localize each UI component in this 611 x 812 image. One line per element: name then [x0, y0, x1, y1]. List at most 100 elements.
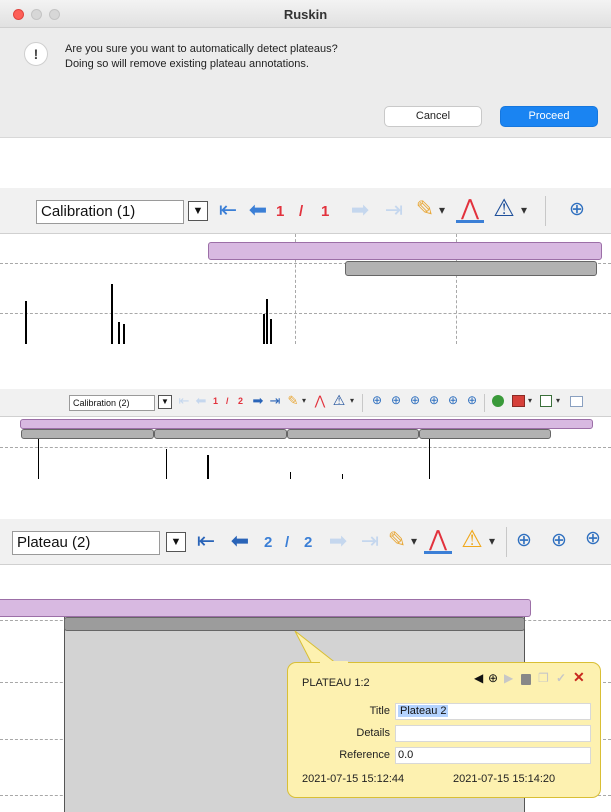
window-title: Ruskin: [283, 7, 328, 22]
toolbar-divider: [484, 394, 485, 412]
prev-page-icon[interactable]: ⬅: [193, 393, 209, 409]
zoom-icon[interactable]: ⊕: [566, 198, 588, 221]
plateau-annotation-popup: PLATEAU 1:2 ◀ ⊕ ▶ ❐ ✓ ✕ Title Plateau 2 …: [287, 661, 601, 798]
details-field[interactable]: [395, 725, 591, 742]
window-icon[interactable]: [570, 396, 583, 407]
last-page-icon[interactable]: ⇥: [380, 197, 408, 223]
calibration-annotation-bar[interactable]: [154, 429, 287, 439]
zoom-out-icon[interactable]: ⊕: [548, 529, 570, 552]
first-page-icon[interactable]: ⇤: [214, 197, 242, 223]
plot-area-1: [0, 234, 611, 344]
calibration-annotation-bar[interactable]: [345, 261, 597, 276]
table-menu-caret-icon[interactable]: ▾: [526, 396, 534, 405]
combo-dropdown-button[interactable]: ▼: [166, 532, 186, 552]
page-separator: /: [285, 534, 290, 551]
peak-icon[interactable]: ⋀: [312, 393, 328, 409]
warning-menu-caret-icon[interactable]: ▾: [518, 203, 530, 217]
zoom-reset-icon[interactable]: ⊕: [465, 393, 479, 407]
cancel-button[interactable]: Cancel: [384, 106, 482, 127]
pen-icon[interactable]: ✎: [414, 196, 436, 222]
warning-menu-caret-icon[interactable]: ▾: [486, 534, 498, 548]
plateau-2-annotation-bar[interactable]: [64, 617, 525, 631]
title-value: Plateau 2: [398, 705, 449, 717]
first-page-icon[interactable]: ⇤: [192, 528, 220, 554]
warning-icon[interactable]: ⚠: [490, 194, 518, 223]
warning-icon[interactable]: ⚠: [458, 525, 486, 554]
zoom-y-out-icon[interactable]: ⊕: [427, 393, 441, 407]
toolbar-divider: [545, 196, 546, 226]
plateau-annotation-bar[interactable]: [0, 599, 531, 617]
peak-icon[interactable]: ⋀: [424, 526, 452, 554]
alert-icon: !: [24, 42, 48, 66]
combo-dropdown-button[interactable]: ▼: [158, 395, 172, 409]
data-spike: [25, 301, 27, 344]
calibration-annotation-bar[interactable]: [419, 429, 551, 439]
last-page-icon[interactable]: ⇥: [267, 393, 283, 409]
next-page-icon[interactable]: ➡: [250, 393, 266, 409]
title-field[interactable]: Plateau 2: [395, 703, 591, 720]
prev-page-icon[interactable]: ⬅: [226, 528, 254, 554]
zoom-in-icon[interactable]: ⊕: [513, 529, 535, 552]
pointer-joint: [320, 661, 348, 665]
data-spike: [290, 472, 291, 479]
page-current: 1: [213, 396, 219, 406]
popup-heading: PLATEAU 1:2: [302, 677, 370, 689]
pen-menu-caret-icon[interactable]: ▾: [436, 203, 448, 217]
annotation-combo[interactable]: Plateau (2): [12, 531, 160, 555]
warning-icon[interactable]: ⚠: [331, 392, 347, 409]
warning-menu-caret-icon[interactable]: ▾: [348, 396, 356, 405]
data-spike: [118, 322, 120, 344]
zoom-y-icon[interactable]: ⊕: [582, 527, 604, 550]
first-page-icon[interactable]: ⇤: [176, 393, 192, 409]
pen-icon[interactable]: ✎: [386, 527, 408, 553]
next-page-icon[interactable]: ➡: [346, 197, 374, 223]
title-label: Title: [369, 705, 390, 717]
copy-icon[interactable]: ❐: [538, 671, 549, 685]
close-icon[interactable]: ✕: [573, 669, 585, 686]
reference-field[interactable]: 0.0: [395, 747, 591, 764]
zoom-fit-icon[interactable]: ⊕: [446, 393, 460, 407]
plateau-annotation-bar[interactable]: [20, 419, 593, 429]
page-current: 1: [276, 203, 285, 220]
prev-annotation-icon[interactable]: ◀: [474, 671, 483, 685]
reference-label: Reference: [339, 749, 390, 761]
calibration-annotation-bar[interactable]: [287, 429, 419, 439]
toolbar-2: Calibration (2) ▼ ⇤ ⬅ 1 / 2 ➡ ⇥ ✎ ▾ ⋀ ⚠ …: [0, 389, 611, 417]
details-label: Details: [356, 727, 390, 739]
title-bar: Ruskin: [0, 0, 611, 28]
pen-menu-caret-icon[interactable]: ▾: [300, 396, 308, 405]
toolbar-divider: [506, 527, 507, 557]
data-spike: [123, 324, 125, 344]
plateau-annotation-bar[interactable]: [208, 242, 602, 260]
list-menu-caret-icon[interactable]: ▾: [554, 396, 562, 405]
gridline: [0, 313, 611, 314]
delete-icon[interactable]: [521, 674, 531, 685]
page-separator: /: [226, 396, 229, 406]
zoom-out-icon[interactable]: ⊕: [389, 393, 403, 407]
pen-menu-caret-icon[interactable]: ▾: [408, 534, 420, 548]
page-total: 1: [321, 203, 330, 220]
last-page-icon[interactable]: ⇥: [356, 528, 384, 554]
prev-page-icon[interactable]: ⬅: [244, 197, 272, 223]
data-spike: [429, 439, 430, 479]
toolbar-1: Calibration (1) ▼ ⇤ ⬅ 1 / 1 ➡ ⇥ ✎ ▾ ⋀ ⚠ …: [0, 188, 611, 234]
target-icon[interactable]: ⊕: [488, 671, 498, 685]
table-icon[interactable]: [512, 395, 525, 407]
confirm-icon[interactable]: ✓: [556, 671, 566, 685]
peak-icon[interactable]: ⋀: [456, 195, 484, 223]
export-icon[interactable]: [492, 395, 504, 407]
zoom-in-icon[interactable]: ⊕: [370, 393, 384, 407]
next-annotation-icon[interactable]: ▶: [504, 671, 513, 685]
annotation-combo[interactable]: Calibration (2): [69, 395, 155, 411]
list-icon[interactable]: [540, 395, 552, 407]
calibration-annotation-bar[interactable]: [21, 429, 154, 439]
gridline: [0, 447, 611, 448]
combo-dropdown-button[interactable]: ▼: [188, 201, 208, 221]
data-spike: [207, 455, 209, 479]
annotation-combo[interactable]: Calibration (1): [36, 200, 184, 224]
pen-icon[interactable]: ✎: [286, 393, 300, 409]
proceed-button[interactable]: Proceed: [500, 106, 598, 127]
toolbar-divider: [362, 394, 363, 412]
next-page-icon[interactable]: ➡: [324, 528, 352, 554]
zoom-y-icon[interactable]: ⊕: [408, 393, 422, 407]
